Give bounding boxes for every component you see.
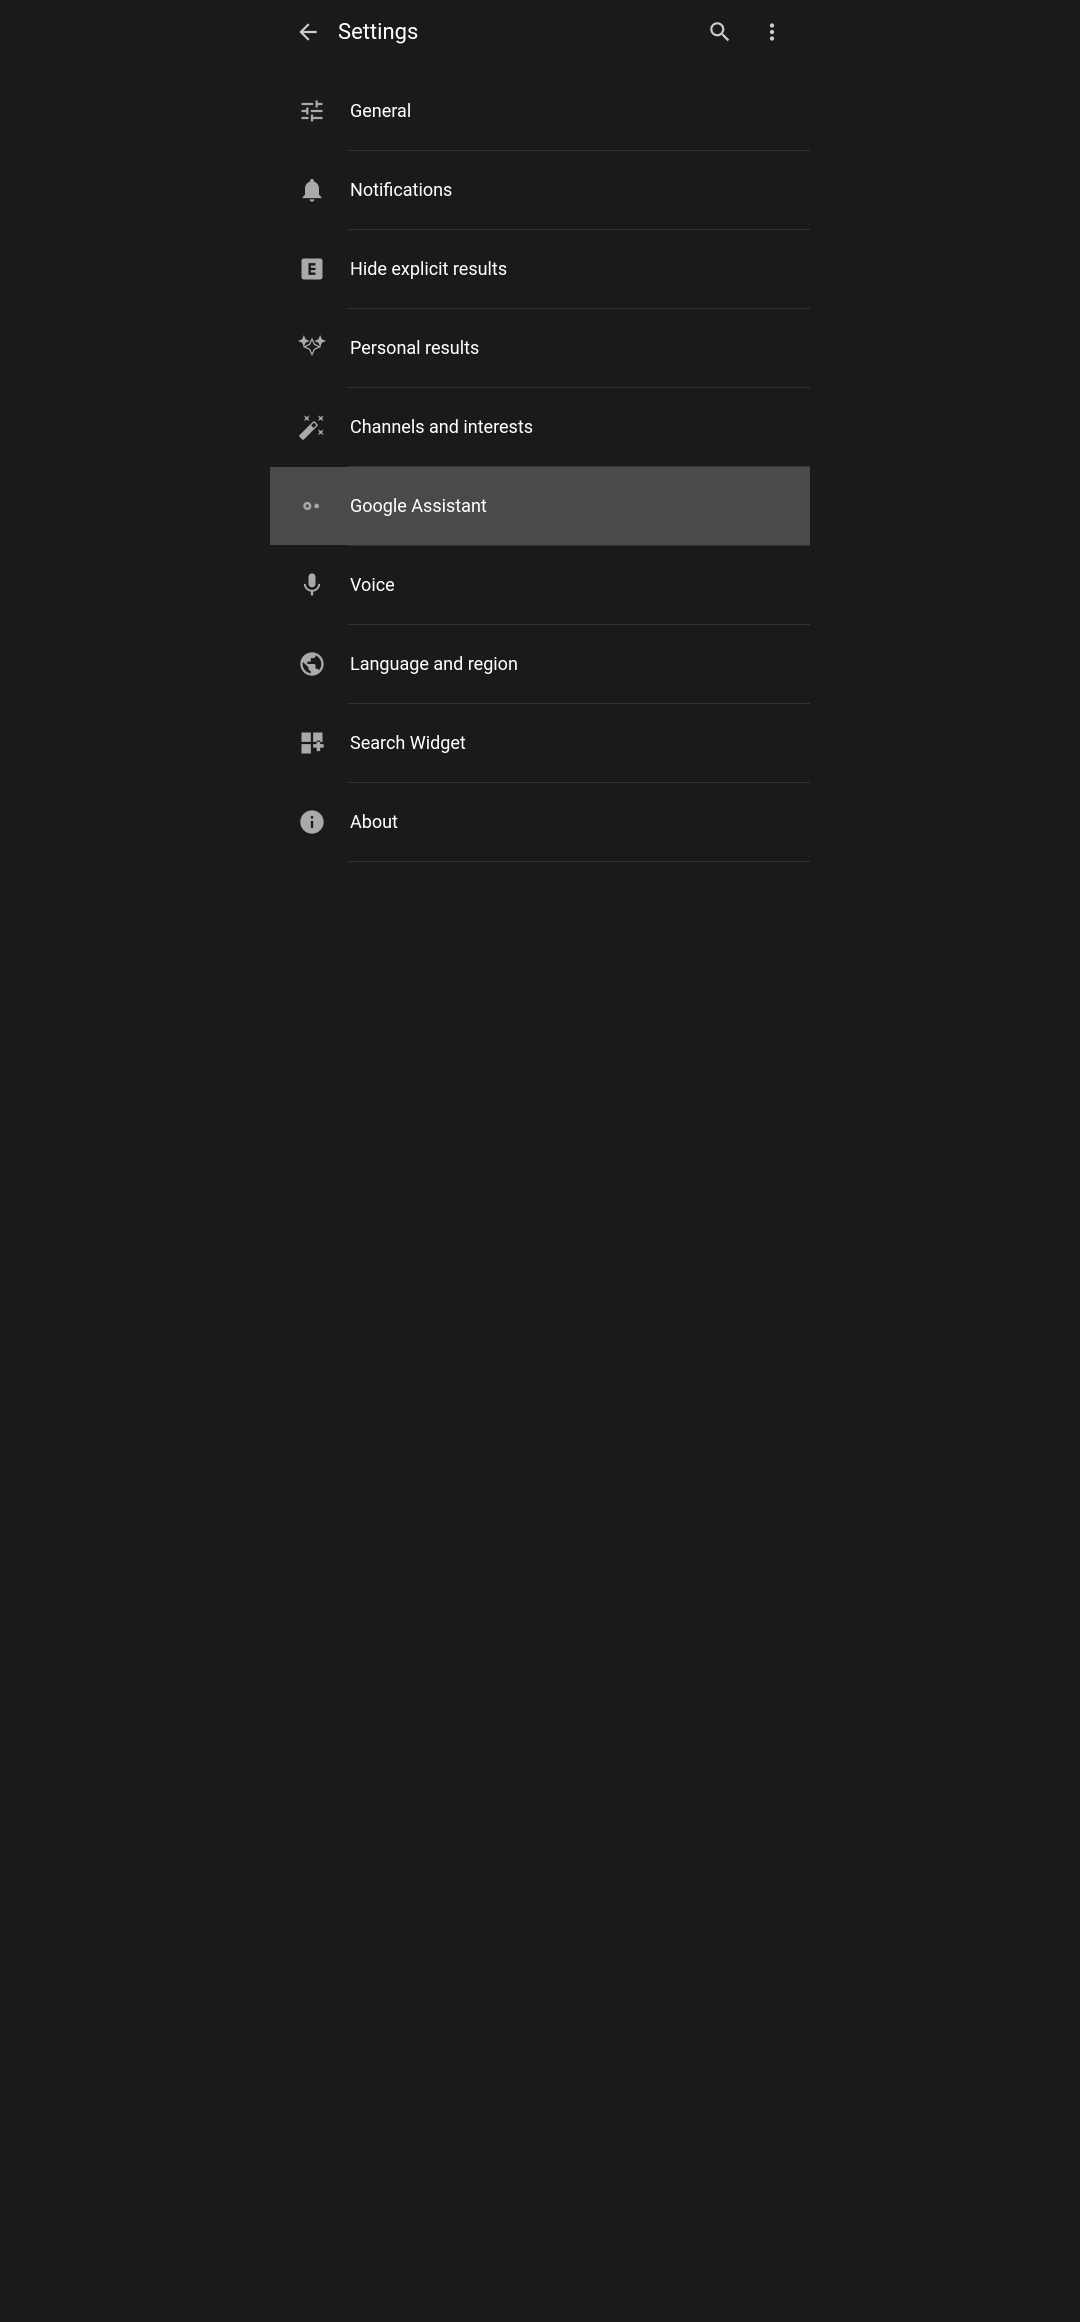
globe-icon [286, 650, 338, 678]
sliders-icon [286, 97, 338, 125]
language-region-label: Language and region [350, 654, 518, 675]
notifications-label: Notifications [350, 180, 452, 201]
header-actions [698, 10, 794, 54]
assistant-icon [286, 492, 338, 520]
personal-results-label: Personal results [350, 338, 479, 359]
bell-icon [286, 176, 338, 204]
settings-item-personal-results[interactable]: Personal results [270, 309, 810, 387]
app-header: Settings [270, 0, 810, 64]
back-button[interactable] [286, 10, 330, 54]
info-icon [286, 808, 338, 836]
back-arrow-icon [295, 19, 321, 45]
settings-item-channels-interests[interactable]: Channels and interests [270, 388, 810, 466]
more-vertical-icon [759, 19, 785, 45]
widget-icon [286, 729, 338, 757]
settings-item-notifications[interactable]: Notifications [270, 151, 810, 229]
page-title: Settings [338, 20, 698, 45]
voice-label: Voice [350, 575, 395, 596]
settings-item-search-widget[interactable]: Search Widget [270, 704, 810, 782]
hide-explicit-label: Hide explicit results [350, 259, 507, 280]
google-assistant-label: Google Assistant [350, 496, 487, 517]
wand-icon [286, 413, 338, 441]
sparkles-icon [286, 334, 338, 362]
general-label: General [350, 101, 411, 122]
settings-item-voice[interactable]: Voice [270, 546, 810, 624]
settings-list: General Notifications Hide explicit resu… [270, 72, 810, 862]
more-options-button[interactable] [750, 10, 794, 54]
search-icon [707, 19, 733, 45]
settings-item-general[interactable]: General [270, 72, 810, 150]
divider-about [348, 861, 810, 862]
settings-item-language-region[interactable]: Language and region [270, 625, 810, 703]
search-button[interactable] [698, 10, 742, 54]
search-widget-label: Search Widget [350, 733, 466, 754]
explicit-icon [286, 255, 338, 283]
channels-interests-label: Channels and interests [350, 417, 533, 438]
about-label: About [350, 812, 398, 833]
mic-icon [286, 571, 338, 599]
settings-item-hide-explicit[interactable]: Hide explicit results [270, 230, 810, 308]
settings-item-google-assistant[interactable]: Google Assistant [270, 467, 810, 545]
settings-item-about[interactable]: About [270, 783, 810, 861]
